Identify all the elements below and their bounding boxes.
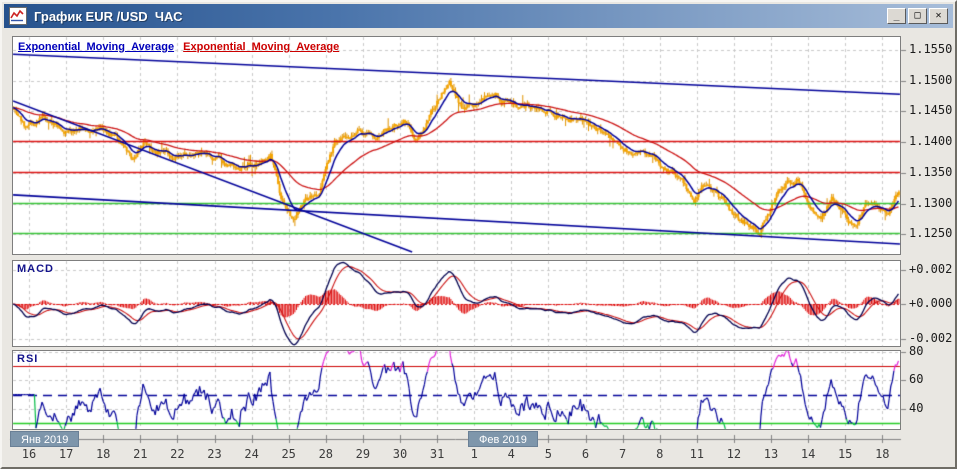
date-label: 23 xyxy=(207,447,222,461)
date-label: 16 xyxy=(21,447,37,461)
chart-app-icon xyxy=(9,7,27,25)
price-axis-label: 1.1550 xyxy=(909,42,953,56)
ema-slow-legend[interactable]: Exponential_Moving_Average xyxy=(183,41,339,53)
date-label: 12 xyxy=(726,447,742,461)
price-axis-label: 1.1250 xyxy=(909,226,953,241)
price-axis-label: 1.1450 xyxy=(909,103,953,118)
date-label: 14 xyxy=(800,447,816,461)
maximize-button[interactable]: □ xyxy=(908,8,927,24)
date-label: 1 xyxy=(470,447,478,461)
date-label: 7 xyxy=(618,447,627,461)
price-axis-label: 1.1500 xyxy=(909,72,953,87)
window-controls: _ □ ✕ xyxy=(887,8,948,24)
date-label: 18 xyxy=(875,447,890,461)
macd-axis-label: -0.002 xyxy=(909,330,953,345)
date-label: 31 xyxy=(429,447,445,461)
price-chart-panel[interactable] xyxy=(12,36,901,255)
date-label: 15 xyxy=(837,447,853,461)
date-label: 11 xyxy=(689,447,705,461)
window-title: График EUR /USD ЧАС xyxy=(34,8,183,24)
rsi-axis-label: 60 xyxy=(909,372,924,387)
rsi-label: RSI xyxy=(17,353,39,365)
rsi-axis-label: 80 xyxy=(909,344,924,358)
month-badge-jan: Янв 2019 xyxy=(10,431,80,447)
date-label: 28 xyxy=(318,447,334,461)
date-label: 18 xyxy=(95,447,111,461)
close-button[interactable]: ✕ xyxy=(929,8,948,24)
date-label: 21 xyxy=(133,447,148,461)
month-badge-feb: Фев 2019 xyxy=(468,431,538,447)
price-axis-label: 1.1300 xyxy=(909,195,953,210)
date-label: 13 xyxy=(763,447,779,461)
macd-axis-label: +0.002 xyxy=(909,261,953,276)
date-label: 30 xyxy=(392,447,408,461)
price-axis-label: 1.1350 xyxy=(909,164,953,179)
macd-axis-label: +0.000 xyxy=(909,296,953,310)
price-axis-label: 1.1400 xyxy=(909,134,953,149)
chart-window: График EUR /USD ЧАС _ □ ✕ Exponential_Mo… xyxy=(0,0,957,469)
date-label: 29 xyxy=(355,447,371,461)
macd-panel[interactable] xyxy=(12,260,901,347)
date-label: 8 xyxy=(656,447,664,461)
minimize-button[interactable]: _ xyxy=(887,8,906,24)
rsi-panel[interactable] xyxy=(12,350,901,430)
date-label: 5 xyxy=(544,447,552,461)
indicator-legend: Exponential_Moving_Average Exponential_M… xyxy=(18,41,339,53)
date-label: 24 xyxy=(244,447,259,461)
title-bar[interactable]: График EUR /USD ЧАС _ □ ✕ xyxy=(4,4,953,28)
date-label: 17 xyxy=(58,447,74,461)
date-label: 4 xyxy=(507,447,515,461)
date-label: 22 xyxy=(170,447,185,461)
rsi-axis-label: 40 xyxy=(909,400,924,415)
date-label: 6 xyxy=(581,447,590,461)
ema-fast-legend[interactable]: Exponential_Moving_Average xyxy=(18,41,174,53)
macd-label: MACD xyxy=(17,263,54,275)
date-label: 25 xyxy=(281,447,296,461)
